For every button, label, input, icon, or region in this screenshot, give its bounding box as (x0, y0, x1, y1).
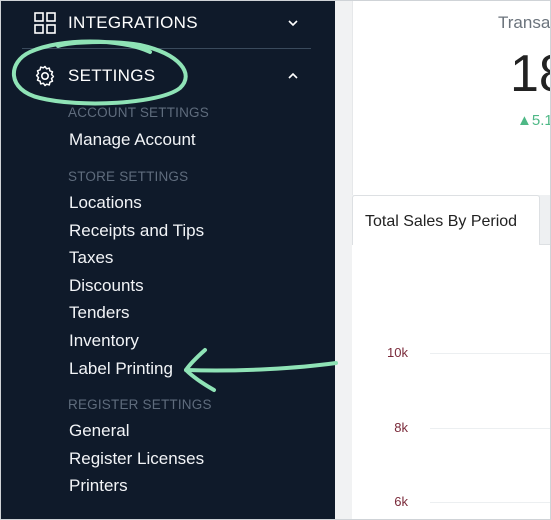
tab-label: Total Sales By Period (365, 213, 518, 230)
menu-item-tenders[interactable]: Tenders (69, 303, 129, 323)
chevron-up-icon[interactable] (286, 69, 300, 83)
stat-label: Transa (498, 13, 551, 32)
menu-item-receipts-and-tips[interactable]: Receipts and Tips (69, 221, 204, 241)
menu-item-general[interactable]: General (69, 421, 129, 441)
menu-item-inventory[interactable]: Inventory (69, 331, 139, 351)
y-tick-label: 6k (394, 494, 408, 509)
section-register-settings: REGISTER SETTINGS (68, 397, 212, 412)
sidebar: INTEGRATIONS SETTINGS ACCOUNT SETTINGS M… (0, 0, 335, 520)
menu-item-register-licenses[interactable]: Register Licenses (69, 449, 204, 469)
stat-change: ▲5.1 (517, 112, 551, 129)
menu-item-discounts[interactable]: Discounts (69, 276, 144, 296)
nav-divider (22, 48, 311, 49)
section-store-settings: STORE SETTINGS (68, 169, 189, 184)
gridline (430, 353, 551, 354)
menu-item-taxes[interactable]: Taxes (69, 248, 113, 268)
menu-item-label-printing[interactable]: Label Printing (69, 359, 173, 379)
y-tick-label: 8k (394, 420, 408, 435)
gridline (430, 428, 551, 429)
menu-item-printers[interactable]: Printers (69, 476, 128, 496)
chevron-down-icon[interactable] (286, 16, 300, 30)
nav-integrations[interactable]: INTEGRATIONS (0, 3, 335, 43)
nav-integrations-label: INTEGRATIONS (68, 13, 198, 32)
stat-value: 18 (510, 45, 551, 103)
gridline (430, 502, 551, 503)
stat-card: Transa 18 ▲5.1 (352, 0, 551, 198)
menu-item-locations[interactable]: Locations (69, 193, 142, 213)
chart-tabs: Total Sales By Period (352, 195, 551, 245)
gear-icon (35, 65, 55, 87)
section-account-settings: ACCOUNT SETTINGS (68, 105, 209, 120)
tab-total-sales-by-period[interactable]: Total Sales By Period (352, 195, 540, 245)
y-tick-label: 10k (387, 345, 408, 360)
nav-settings-label: SETTINGS (68, 66, 156, 85)
menu-item-manage-account[interactable]: Manage Account (69, 130, 196, 150)
nav-settings[interactable]: SETTINGS (0, 56, 335, 96)
grid-icon (34, 12, 56, 34)
